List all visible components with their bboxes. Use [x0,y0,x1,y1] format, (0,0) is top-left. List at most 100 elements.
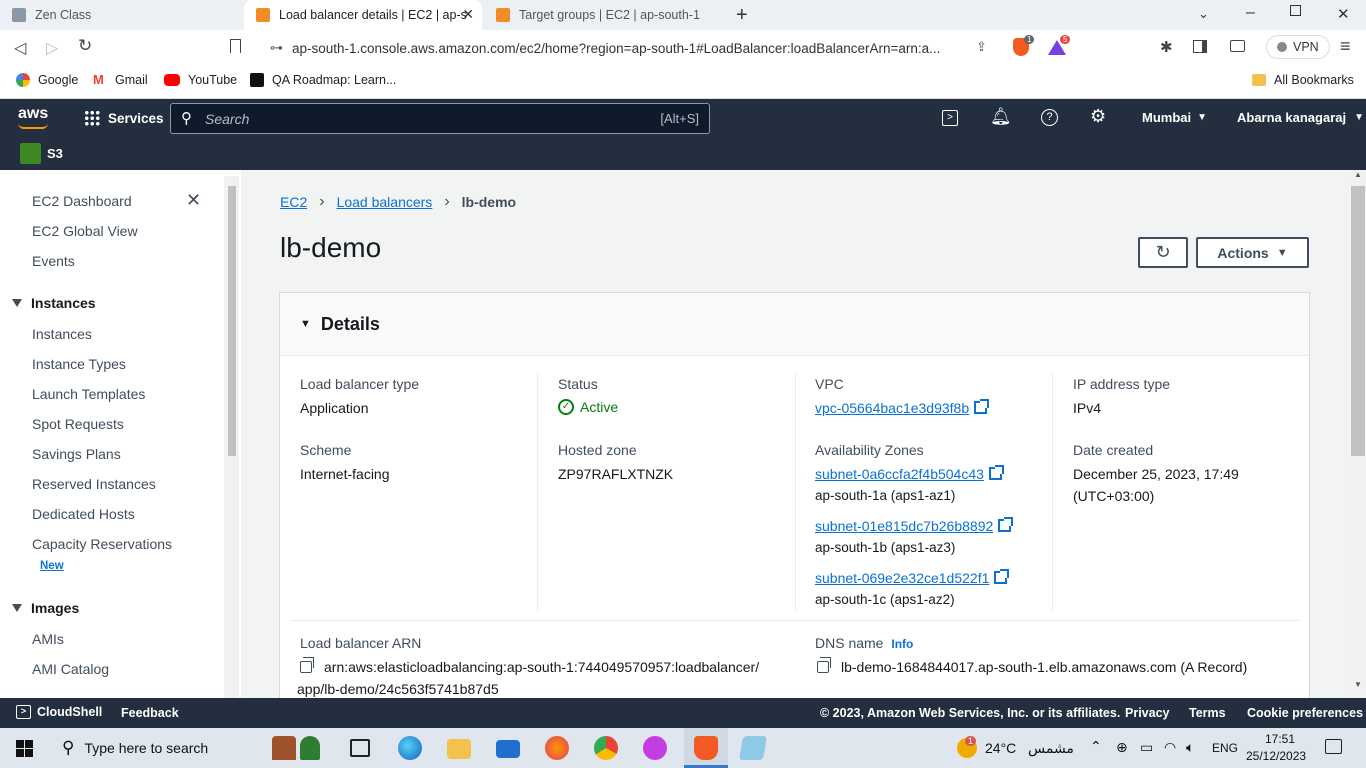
sidebar-item-instance-types[interactable]: Instance Types [32,356,126,372]
chrome-icon[interactable] [594,736,618,760]
region-selector[interactable]: Mumbai ▼ [1142,110,1207,125]
house-widget-icon[interactable] [272,736,296,760]
forward-icon[interactable]: ▷ [46,38,58,58]
volume-icon[interactable]: 🔈︎ [1186,739,1194,756]
subnet-link-3[interactable]: subnet-069e2e32ce1d522f1 [815,569,1010,586]
bookmark-gmail[interactable]: M Gmail [93,73,148,88]
close-tab-icon[interactable]: ✕ [462,6,474,23]
subnet-link-1[interactable]: subnet-0a6ccfa2f4b504c43 [815,465,1004,482]
aws-logo[interactable]: aws [18,105,52,131]
battery-icon[interactable]: ▭ [1140,739,1153,756]
sidebar-item-instances[interactable]: Instances [32,326,92,342]
new-tab-icon[interactable]: + [736,4,748,27]
bookmark-google[interactable]: Google [16,73,78,87]
bookmark-youtube[interactable]: YouTube [164,73,237,87]
date-created-value: December 25, 2023, 17:49 [1073,466,1239,482]
close-sidebar-icon[interactable]: ✕ [186,190,201,211]
copy-icon[interactable] [817,657,831,673]
notifications-bell-icon[interactable]: 🔔︎ [990,107,1012,127]
all-bookmarks[interactable]: All Bookmarks [1252,73,1354,87]
edge-icon[interactable] [398,736,422,760]
cookie-preferences-link[interactable]: Cookie preferences [1247,706,1363,720]
minimize-icon[interactable]: – [1246,4,1255,22]
reload-icon[interactable]: ↻ [78,36,92,56]
notification-center-icon[interactable] [1325,739,1342,754]
maximize-icon[interactable] [1290,5,1301,16]
wifi-icon[interactable]: ◠ [1164,739,1176,756]
clock-date[interactable]: 25/12/2023 [1246,749,1306,763]
vpn-button[interactable]: VPN [1266,35,1330,59]
external-link-icon [998,517,1014,532]
share-icon[interactable]: ⇪ [976,39,987,55]
cloudshell-button[interactable]: > CloudShell [16,705,102,719]
scroll-up-icon[interactable]: ▲ [1354,170,1362,179]
browser-tab-load-balancer[interactable]: Load balancer details | EC2 | ap-s ✕ [244,0,482,30]
tray-app-icon[interactable]: ⊕ [1116,739,1128,756]
sidebar-item-ec2-dashboard[interactable]: EC2 Dashboard [32,193,132,209]
menu-icon[interactable]: ≡ [1340,36,1351,57]
favorite-s3[interactable]: S3 [20,143,63,164]
vivaldi-icon[interactable] [643,736,667,760]
subnet-link-2[interactable]: subnet-01e815dc7b26b8892 [815,517,1014,534]
vpc-link[interactable]: vpc-05664bac1e3d93f8b [815,399,990,416]
browser-tab-target-groups[interactable]: Target groups | EC2 | ap-south-1 [484,0,720,30]
terms-link[interactable]: Terms [1189,706,1226,720]
notepad-icon[interactable] [738,736,768,760]
close-window-icon[interactable]: ✕ [1337,5,1350,23]
sidebar-item-events[interactable]: Events [32,253,75,269]
language-indicator[interactable]: ENG [1212,741,1238,755]
firefox-icon[interactable] [545,736,569,760]
search-input[interactable]: ⚲ Search [Alt+S] [170,103,710,134]
refresh-button[interactable]: ↻ [1138,237,1188,268]
sidebar-item-amis[interactable]: AMIs [32,631,64,647]
sidebar-item-launch-templates[interactable]: Launch Templates [32,386,145,402]
url-field[interactable]: ⊶ ap-south-1.console.aws.amazon.com/ec2/… [258,34,1074,62]
sidebar-item-ec2-global-view[interactable]: EC2 Global View [32,223,138,239]
bookmark-label: YouTube [188,73,238,87]
sidebar-toggle-icon[interactable] [1193,40,1207,53]
success-check-icon: ✓ [558,399,574,415]
sidebar-item-reserved-instances[interactable]: Reserved Instances [32,476,156,492]
help-icon[interactable]: ? [1041,109,1058,126]
sidebar-section-images[interactable]: Images [12,600,79,616]
cloudshell-icon[interactable]: > [942,110,958,126]
breadcrumb-load-balancers[interactable]: Load balancers [337,194,433,210]
sidebar-item-spot-requests[interactable]: Spot Requests [32,416,124,432]
browser-tab-zen[interactable]: Zen Class [0,0,242,30]
tree-widget-icon[interactable] [300,736,320,760]
services-menu[interactable]: Services [84,110,164,126]
wallet-icon[interactable] [1230,40,1245,52]
back-icon[interactable]: ◁ [14,38,26,58]
sidebar-item-savings-plans[interactable]: Savings Plans [32,446,121,462]
breadcrumb-ec2[interactable]: EC2 [280,194,307,210]
sidebar-item-ami-catalog[interactable]: AMI Catalog [32,661,109,677]
account-menu[interactable]: Abarna kanagaraj ▼ [1237,110,1364,125]
google-icon [16,73,30,87]
dns-info-link[interactable]: Info [891,637,913,651]
site-info-icon[interactable]: ⊶ [270,40,283,56]
privacy-link[interactable]: Privacy [1125,706,1169,720]
windows-start-icon[interactable] [16,740,33,757]
sidebar-section-instances[interactable]: Instances [12,295,96,311]
sidebar-item-dedicated-hosts[interactable]: Dedicated Hosts [32,506,135,522]
sidebar-scrollbar-thumb[interactable] [228,186,236,456]
main-content: EC2 › Load balancers › lb-demo lb-demo ↻… [241,170,1351,698]
clock-time[interactable]: 17:51 [1252,732,1308,746]
tray-chevron-up-icon[interactable]: ⌃ [1090,738,1102,755]
task-view-icon[interactable] [350,739,370,757]
ip-type-label: IP address type [1073,376,1171,392]
feedback-link[interactable]: Feedback [121,706,179,720]
actions-button[interactable]: Actions ▼ [1196,237,1309,268]
sidebar-item-capacity-reservations[interactable]: Capacity Reservations [32,536,172,552]
mail-icon[interactable] [496,740,520,758]
settings-gear-icon[interactable]: ⚙ [1090,106,1106,127]
details-header[interactable]: ▼ Details [280,293,1309,356]
bookmark-qa-roadmap[interactable]: QA Roadmap: Learn... [250,73,396,87]
main-scrollbar-thumb[interactable] [1351,186,1365,456]
extensions-icon[interactable]: ✱ [1160,38,1173,56]
file-explorer-icon[interactable] [447,739,471,759]
scroll-down-icon[interactable]: ▼ [1354,680,1362,689]
copy-icon[interactable] [300,657,314,673]
bookmark-icon[interactable] [230,39,241,53]
tab-search-chevron-icon[interactable]: ⌄ [1198,6,1209,22]
